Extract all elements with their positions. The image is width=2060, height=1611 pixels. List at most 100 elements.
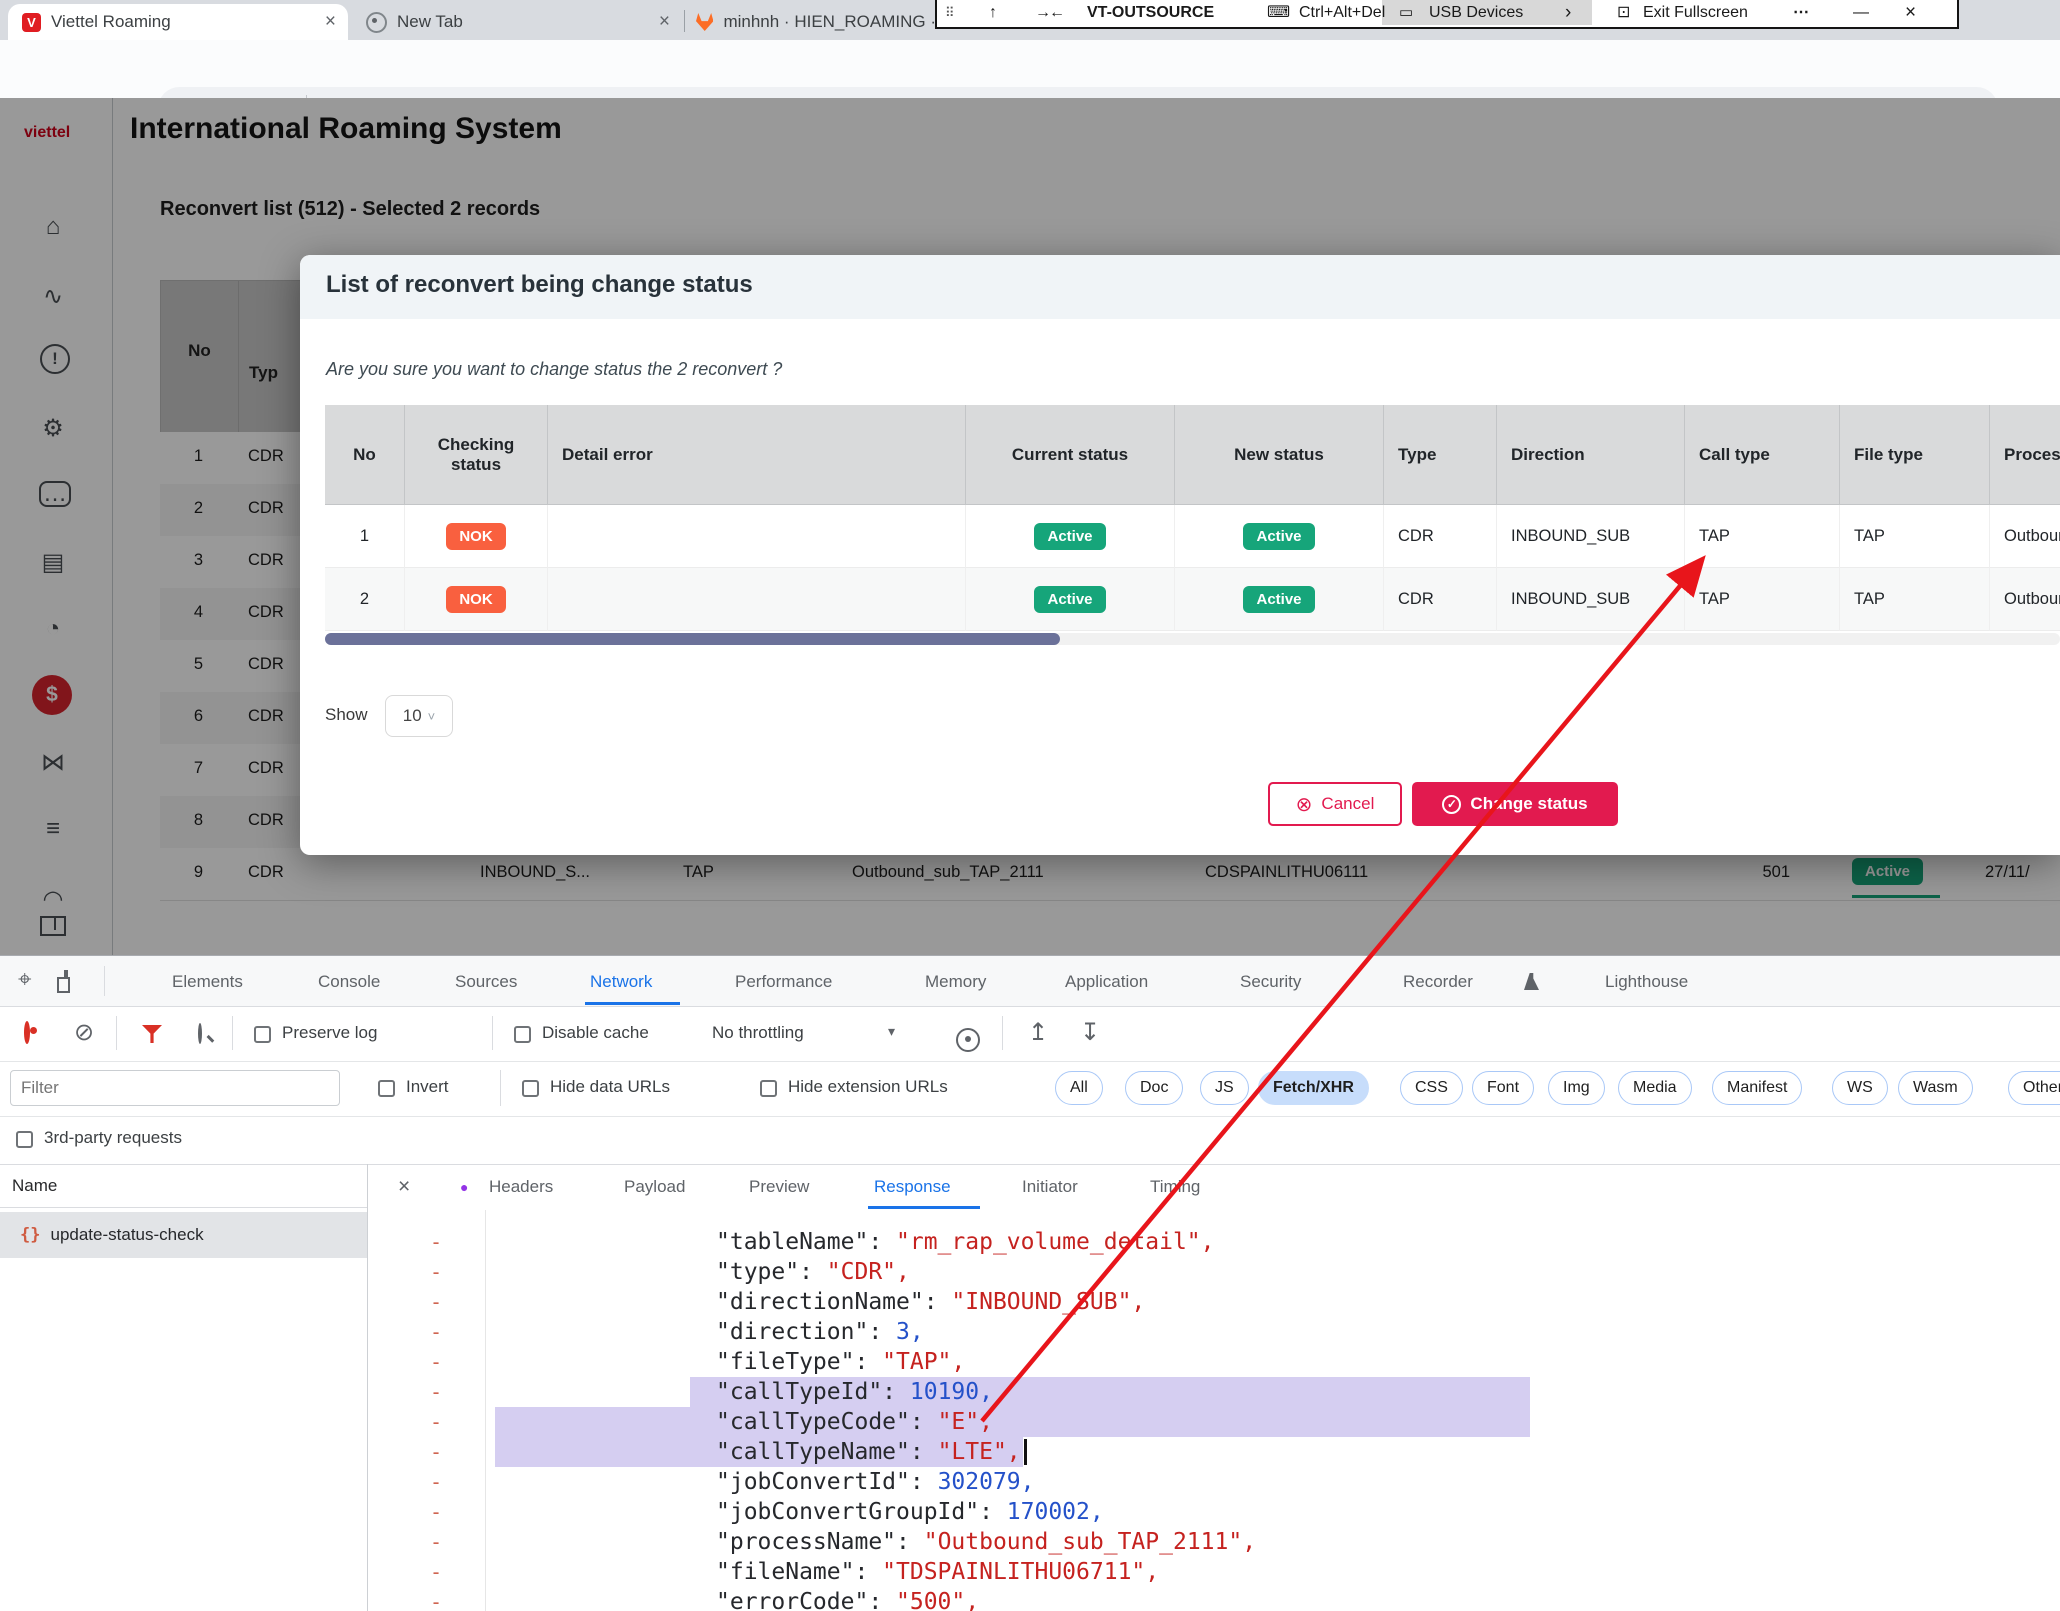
disable-cache-checkbox[interactable] [514,1026,531,1043]
response-viewer[interactable]: -"tableName": "rm_rap_volume_detail", -"… [368,1210,2060,1611]
remote-desktop-toolbar: ⠿ ↑ →← VT-OUTSOURCE ⌨ Ctrl+Alt+Del ▭ USB… [935,0,1959,29]
import-har-icon[interactable]: ↥ [1028,1018,1048,1047]
tab-lighthouse[interactable]: Lighthouse [1605,964,1688,1000]
tab-application[interactable]: Application [1065,964,1148,1000]
modal-row-2[interactable]: 2 NOK Active Active CDR INBOUND_SUB TAP … [325,568,2060,631]
nok-badge: NOK [446,523,505,550]
filter-input[interactable] [10,1070,340,1106]
pill-font[interactable]: Font [1472,1071,1534,1105]
page-size-select[interactable]: 10 ˅ [385,695,453,737]
throttling-select[interactable]: No throttling [712,1023,804,1043]
tab-initiator[interactable]: Initiator [1022,1170,1078,1204]
tab-payload[interactable]: Payload [624,1170,685,1204]
preserve-log-checkbox[interactable] [254,1026,271,1043]
browser-toolbar: ← → ↻ ⚠ Not secure 10.207.252.135:8200/r… [0,40,2060,99]
preserve-log-label: Preserve log [282,1023,377,1043]
col-direction: Direction [1497,405,1685,505]
browser-tab-strip: V Viettel Roaming × New Tab × minhnh · H… [0,0,2060,40]
tab-performance[interactable]: Performance [735,964,832,1000]
export-har-icon[interactable]: ↧ [1080,1018,1100,1047]
pill-media[interactable]: Media [1618,1071,1692,1105]
pill-doc[interactable]: Doc [1125,1071,1183,1105]
pill-img[interactable]: Img [1548,1071,1605,1105]
inspect-element-icon[interactable]: ⌖ [18,966,32,994]
modal-table-header-row: No Checking status Detail error Current … [325,405,2060,505]
drag-grip-icon[interactable]: ⠿ [945,1,955,25]
tab-elements[interactable]: Elements [172,964,243,1000]
pill-ws[interactable]: WS [1832,1071,1888,1105]
dropdown-caret-icon[interactable]: ▾ [888,1023,895,1040]
ctrl-alt-del-button[interactable]: Ctrl+Alt+Del [1299,1,1385,25]
record-icon[interactable] [24,1021,30,1044]
tab-preview[interactable]: Preview [749,1170,809,1204]
tab-headers[interactable]: Headers [489,1170,553,1204]
scrollbar-thumb[interactable] [325,633,1060,645]
minimize-icon[interactable]: — [1853,1,1869,25]
record-dot-icon: ● [460,1170,468,1204]
pill-css[interactable]: CSS [1400,1071,1463,1105]
close-icon[interactable]: × [1905,1,1916,25]
screen: V Viettel Roaming × New Tab × minhnh · H… [0,0,2060,1611]
network-toolbar: ⊘ Preserve log Disable cache No throttli… [0,1006,2060,1062]
exit-fullscreen-button[interactable]: Exit Fullscreen [1643,1,1748,25]
tab-timing[interactable]: Timing [1150,1170,1200,1204]
pill-fetch-xhr[interactable]: Fetch/XHR [1258,1071,1369,1105]
tab-label: New Tab [397,12,463,32]
hide-data-urls-checkbox[interactable] [522,1080,539,1097]
third-party-checkbox[interactable] [16,1131,33,1148]
tab-label: Viettel Roaming [51,12,171,32]
tab-console[interactable]: Console [318,964,380,1000]
col-type: Type [1384,405,1497,505]
active-tab-underline [585,1002,680,1005]
col-file-type: File type [1840,405,1990,505]
snap-arrows-icon[interactable]: →← [1035,1,1063,25]
tab-close-icon[interactable]: × [325,11,336,33]
close-details-icon[interactable]: × [398,1170,410,1204]
filter-funnel-icon[interactable] [142,1025,162,1043]
tab-memory[interactable]: Memory [925,964,986,1000]
clear-icon[interactable]: ⊘ [74,1018,94,1047]
tab-close-icon[interactable]: × [659,11,670,33]
col-no: No [325,405,405,505]
invert-checkbox[interactable] [378,1080,395,1097]
col-call-type: Call type [1685,405,1840,505]
tab-security[interactable]: Security [1240,964,1301,1000]
code-line: -"direction": 3, [368,1317,2060,1347]
pill-manifest[interactable]: Manifest [1712,1071,1802,1105]
device-toolbar-icon[interactable] [64,970,68,991]
tab-response[interactable]: Response [874,1170,951,1204]
json-request-icon: {} [20,1225,40,1245]
hide-extension-urls-checkbox[interactable] [760,1080,777,1097]
pill-other[interactable]: Other [2008,1071,2060,1105]
upload-arrow-icon[interactable]: ↑ [989,1,997,25]
change-status-button[interactable]: ✓ Change status [1412,782,1618,826]
name-column-header[interactable]: Name [0,1164,367,1208]
modal-row-1[interactable]: 1 NOK Active Active CDR INBOUND_SUB TAP … [325,505,2060,568]
modal-horizontal-scrollbar[interactable] [325,633,2060,645]
divider [232,1016,233,1050]
pill-all[interactable]: All [1055,1071,1103,1105]
viettel-favicon: V [22,13,41,32]
divider [116,1016,117,1050]
pill-wasm[interactable]: Wasm [1898,1071,1973,1105]
tab-new-tab[interactable]: New Tab × [352,4,682,40]
more-menu-icon[interactable]: ⋯ [1793,1,1809,25]
chevron-right-icon[interactable]: › [1565,1,1571,25]
tab-recorder[interactable]: Recorder [1403,964,1473,1000]
active-badge: Active [1243,523,1314,550]
pill-js[interactable]: JS [1200,1071,1249,1105]
cancel-button[interactable]: ⊗ Cancel [1268,782,1402,826]
tab-viettel-roaming[interactable]: V Viettel Roaming × [8,4,348,40]
hide-data-urls-label: Hide data URLs [550,1077,670,1097]
tab-network[interactable]: Network [590,964,652,1000]
code-line: -"type": "CDR", [368,1257,2060,1287]
tab-sources[interactable]: Sources [455,964,517,1000]
col-current-status: Current status [966,405,1175,505]
page-size-value: 10 [403,706,422,726]
search-icon[interactable] [198,1023,202,1044]
tab-gitlab[interactable]: minhnh · HIEN_ROAMING · [692,4,936,40]
modal-title: List of reconvert being change status [326,271,753,299]
keyboard-icon[interactable]: ⌨ [1267,1,1290,25]
usb-devices-button[interactable]: USB Devices [1429,1,1523,25]
request-row-update-status-check[interactable]: {} update-status-check [0,1212,367,1258]
